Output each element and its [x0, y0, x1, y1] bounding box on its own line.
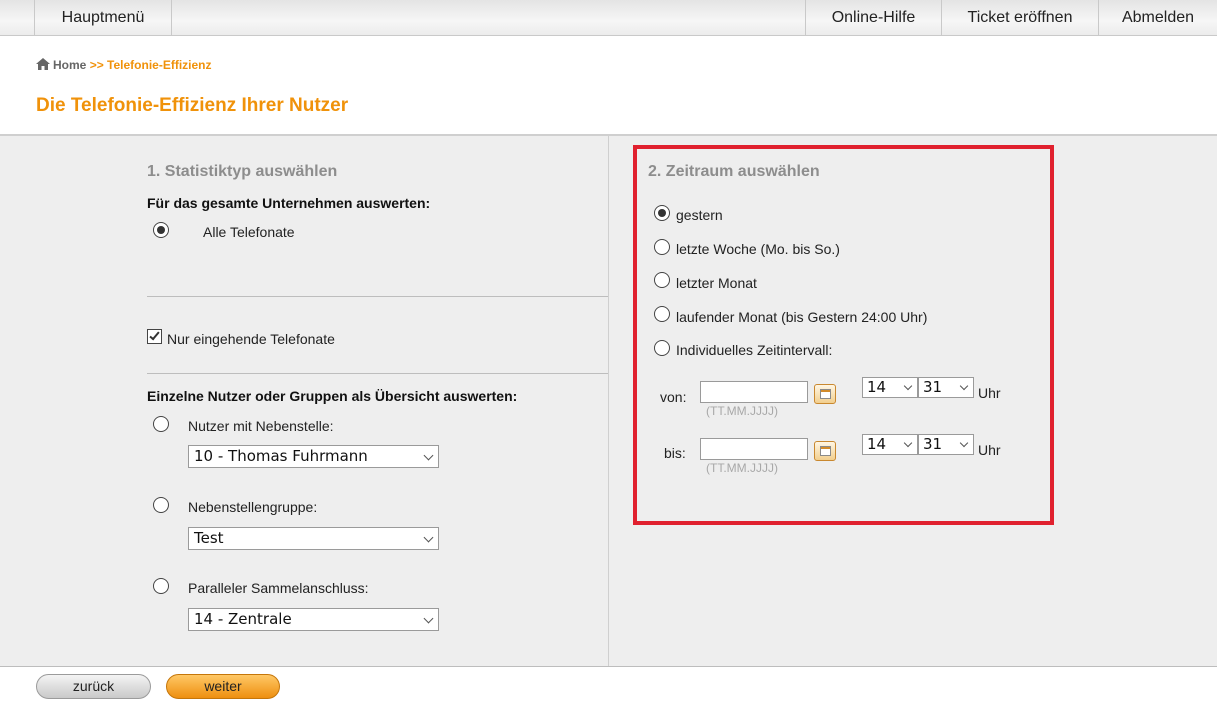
extension-group-radio[interactable] [153, 497, 169, 513]
footer-bar: zurück weiter [0, 666, 1217, 704]
company-heading: Für das gesamte Unternehmen auswerten: [147, 195, 431, 211]
hunt-group-select-value: 14 - Zentrale [194, 610, 292, 628]
hunt-group-label: Paralleler Sammelanschluss: [188, 580, 369, 596]
breadcrumb-current: Telefonie-Effizienz [107, 58, 212, 72]
divider [147, 296, 608, 297]
extension-user-select-value: 10 - Thomas Fuhrmann [194, 447, 368, 465]
hunt-group-select[interactable]: 14 - Zentrale [188, 608, 439, 631]
hunt-group-radio[interactable] [153, 578, 169, 594]
all-calls-radio[interactable] [153, 222, 169, 238]
chevron-down-icon [423, 613, 434, 624]
breadcrumb-separator: >> [89, 58, 104, 72]
extension-group-label: Nebenstellengruppe: [188, 499, 318, 515]
chevron-down-icon [423, 532, 434, 543]
back-button[interactable]: zurück [36, 674, 151, 699]
logout-button[interactable]: Abmelden [1098, 0, 1217, 36]
divider [147, 373, 608, 374]
page-title: Die Telefonie-Effizienz Ihrer Nutzer [36, 95, 349, 116]
incoming-only-checkbox[interactable] [147, 329, 162, 344]
extension-group-select[interactable]: Test [188, 527, 439, 550]
statistic-type-column: 1. Statistiktyp auswählen Für das gesamt… [0, 136, 608, 666]
online-help-button[interactable]: Online-Hilfe [805, 0, 941, 36]
next-button[interactable]: weiter [166, 674, 280, 699]
breadcrumb-home-link[interactable]: Home [53, 58, 86, 72]
breadcrumb: Home >> Telefonie-Effizienz [36, 58, 212, 72]
all-calls-label: Alle Telefonate [203, 224, 295, 240]
home-icon [36, 58, 50, 70]
extension-user-label: Nutzer mit Nebenstelle: [188, 418, 334, 434]
highlight-frame [633, 145, 1054, 525]
individual-heading: Einzelne Nutzer oder Gruppen als Übersic… [147, 388, 518, 404]
top-navigation-bar: Hauptmenü Online-Hilfe Ticket eröffnen A… [0, 0, 1217, 36]
main-menu-button[interactable]: Hauptmenü [34, 0, 172, 36]
extension-user-radio[interactable] [153, 416, 169, 432]
extension-group-select-value: Test [194, 529, 224, 547]
incoming-only-label: Nur eingehende Telefonate [167, 331, 335, 347]
chevron-down-icon [423, 450, 434, 461]
section-title-statistic-type: 1. Statistiktyp auswählen [147, 163, 338, 180]
extension-user-select[interactable]: 10 - Thomas Fuhrmann [188, 445, 439, 468]
open-ticket-button[interactable]: Ticket eröffnen [941, 0, 1098, 36]
